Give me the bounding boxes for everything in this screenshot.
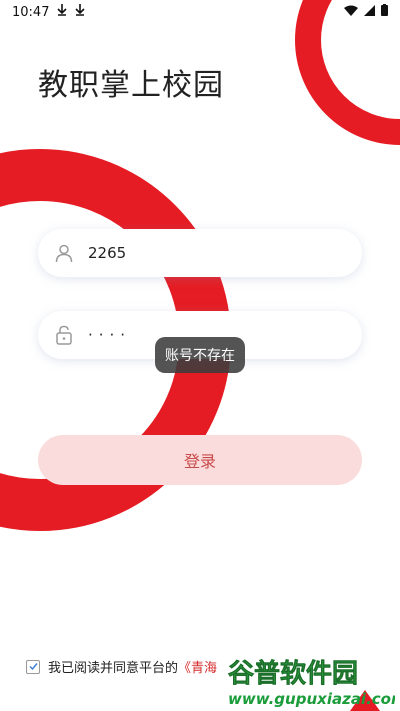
check-icon	[29, 663, 38, 671]
download-icon	[57, 4, 68, 20]
user-icon	[52, 241, 76, 265]
agreement-text: 我已阅读并同意平台的	[48, 661, 179, 676]
bottom-right-accent	[350, 690, 380, 711]
battery-icon	[381, 4, 388, 20]
app-title: 教职掌上校园	[38, 68, 224, 103]
password-value[interactable]: ····	[88, 326, 131, 344]
status-left: 10:47	[12, 4, 86, 20]
status-bar: 10:47	[0, 0, 400, 24]
status-time: 10:47	[12, 4, 50, 20]
agreement-link[interactable]: 《青海	[178, 657, 217, 676]
agreement-row: 我已阅读并同意平台的 《青海	[26, 657, 217, 676]
login-button[interactable]: 登录	[38, 435, 362, 485]
username-value[interactable]: 2265	[88, 244, 126, 262]
signal-icon	[364, 4, 375, 20]
error-toast: 账号不存在	[155, 337, 245, 373]
wifi-icon	[344, 5, 358, 20]
download-icon	[75, 4, 86, 20]
agreement-checkbox[interactable]	[26, 659, 40, 674]
lock-icon	[52, 323, 76, 347]
username-field[interactable]: 2265	[38, 229, 362, 277]
status-right	[344, 4, 388, 20]
